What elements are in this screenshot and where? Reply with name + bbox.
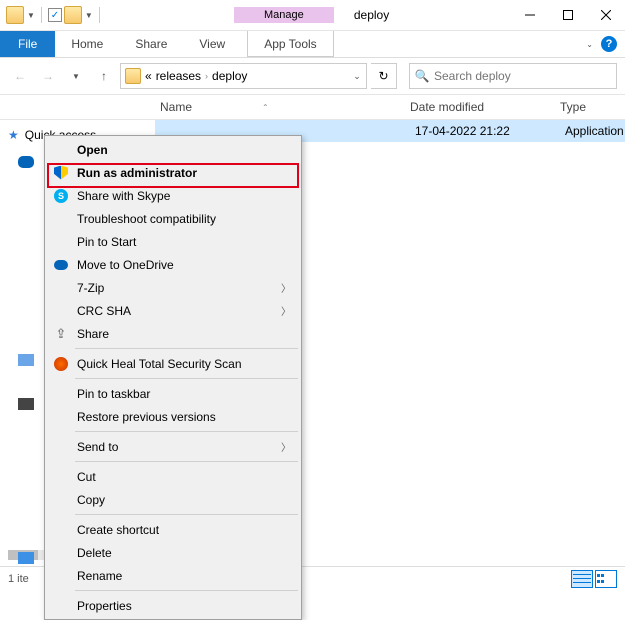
menu-rename[interactable]: Rename — [47, 564, 299, 587]
search-icon: 🔍 — [410, 69, 434, 83]
folder-icon[interactable] — [64, 6, 82, 24]
context-menu: Open Run as administrator SShare with Sk… — [44, 135, 302, 620]
menu-send-to[interactable]: Send to〉 — [47, 435, 299, 458]
menu-troubleshoot[interactable]: Troubleshoot compatibility — [47, 207, 299, 230]
large-icons-button[interactable] — [595, 570, 617, 588]
column-headers: Name⌃ Date modified Type — [0, 94, 625, 120]
breadcrumb-prefix[interactable]: « — [145, 69, 152, 83]
share-icon: ⇪ — [53, 326, 69, 342]
menu-share[interactable]: ⇪Share — [47, 322, 299, 345]
search-input[interactable] — [434, 69, 616, 83]
onedrive-icon — [54, 260, 68, 270]
details-view-button[interactable] — [571, 570, 593, 588]
menu-delete[interactable]: Delete — [47, 541, 299, 564]
menu-create-shortcut[interactable]: Create shortcut — [47, 518, 299, 541]
menu-share-skype[interactable]: SShare with Skype — [47, 184, 299, 207]
maximize-button[interactable] — [549, 1, 587, 29]
column-type[interactable]: Type — [560, 100, 586, 114]
shield-icon — [54, 166, 68, 180]
menu-copy[interactable]: Copy — [47, 488, 299, 511]
menu-quickheal-scan[interactable]: Quick Heal Total Security Scan — [47, 352, 299, 375]
forward-button[interactable]: → — [36, 64, 60, 88]
close-button[interactable] — [587, 1, 625, 29]
qat-dropdown-icon[interactable]: ▼ — [27, 11, 35, 20]
menu-properties[interactable]: Properties — [47, 594, 299, 617]
share-tab[interactable]: Share — [119, 31, 183, 57]
submenu-arrow-icon: 〉 — [281, 439, 291, 454]
file-date: 17-04-2022 21:22 — [415, 124, 510, 138]
back-button[interactable]: ← — [8, 64, 32, 88]
quickheal-icon — [54, 357, 68, 371]
sort-asc-icon: ⌃ — [262, 103, 269, 112]
address-bar[interactable]: « releases › deploy ⌄ — [120, 63, 367, 89]
column-name[interactable]: Name⌃ — [160, 100, 410, 114]
qat-dropdown-icon[interactable]: ▼ — [85, 11, 93, 20]
window-title: deploy — [354, 8, 389, 22]
view-tab[interactable]: View — [183, 31, 241, 57]
breadcrumb-item[interactable]: releases — [152, 69, 205, 83]
skype-icon: S — [54, 189, 68, 203]
home-tab[interactable]: Home — [55, 31, 119, 57]
context-tab-manage[interactable]: Manage — [234, 7, 334, 23]
menu-crc-sha[interactable]: CRC SHA〉 — [47, 299, 299, 322]
help-icon[interactable]: ? — [601, 36, 617, 52]
menu-pin-taskbar[interactable]: Pin to taskbar — [47, 382, 299, 405]
search-box[interactable]: 🔍 — [409, 63, 617, 89]
minimize-button[interactable] — [511, 1, 549, 29]
menu-move-onedrive[interactable]: Move to OneDrive — [47, 253, 299, 276]
up-button[interactable]: ↑ — [92, 64, 116, 88]
folder-icon — [125, 68, 141, 84]
menu-open[interactable]: Open — [47, 138, 299, 161]
quick-access-toolbar: ▼ ✓ ▼ — [0, 6, 104, 24]
refresh-button[interactable]: ↻ — [371, 63, 397, 89]
star-icon: ★ — [8, 128, 19, 142]
folder-icon[interactable] — [6, 6, 24, 24]
recent-dropdown-icon[interactable]: ▼ — [64, 64, 88, 88]
expand-ribbon-icon[interactable]: ⌄ — [586, 40, 593, 49]
submenu-arrow-icon: 〉 — [281, 303, 291, 318]
menu-7zip[interactable]: 7-Zip〉 — [47, 276, 299, 299]
menu-cut[interactable]: Cut — [47, 465, 299, 488]
title-bar: ▼ ✓ ▼ Manage deploy — [0, 0, 625, 31]
menu-pin-to-start[interactable]: Pin to Start — [47, 230, 299, 253]
submenu-arrow-icon: 〉 — [281, 280, 291, 295]
address-dropdown-icon[interactable]: ⌄ — [348, 71, 366, 82]
app-tools-tab[interactable]: App Tools — [247, 31, 333, 57]
column-date[interactable]: Date modified — [410, 100, 560, 114]
menu-run-as-administrator[interactable]: Run as administrator — [47, 161, 299, 184]
sidebar-icons-obscured — [18, 156, 34, 564]
file-type: Application — [565, 124, 624, 138]
breadcrumb-item[interactable]: deploy — [208, 69, 251, 83]
navigation-bar: ← → ▼ ↑ « releases › deploy ⌄ ↻ 🔍 — [0, 58, 625, 94]
menu-restore-versions[interactable]: Restore previous versions — [47, 405, 299, 428]
properties-checkbox-icon[interactable]: ✓ — [48, 8, 62, 22]
ribbon-tabs: File Home Share View App Tools ⌄ ? — [0, 31, 625, 58]
item-count: 1 ite — [8, 573, 29, 585]
file-tab[interactable]: File — [0, 31, 55, 57]
